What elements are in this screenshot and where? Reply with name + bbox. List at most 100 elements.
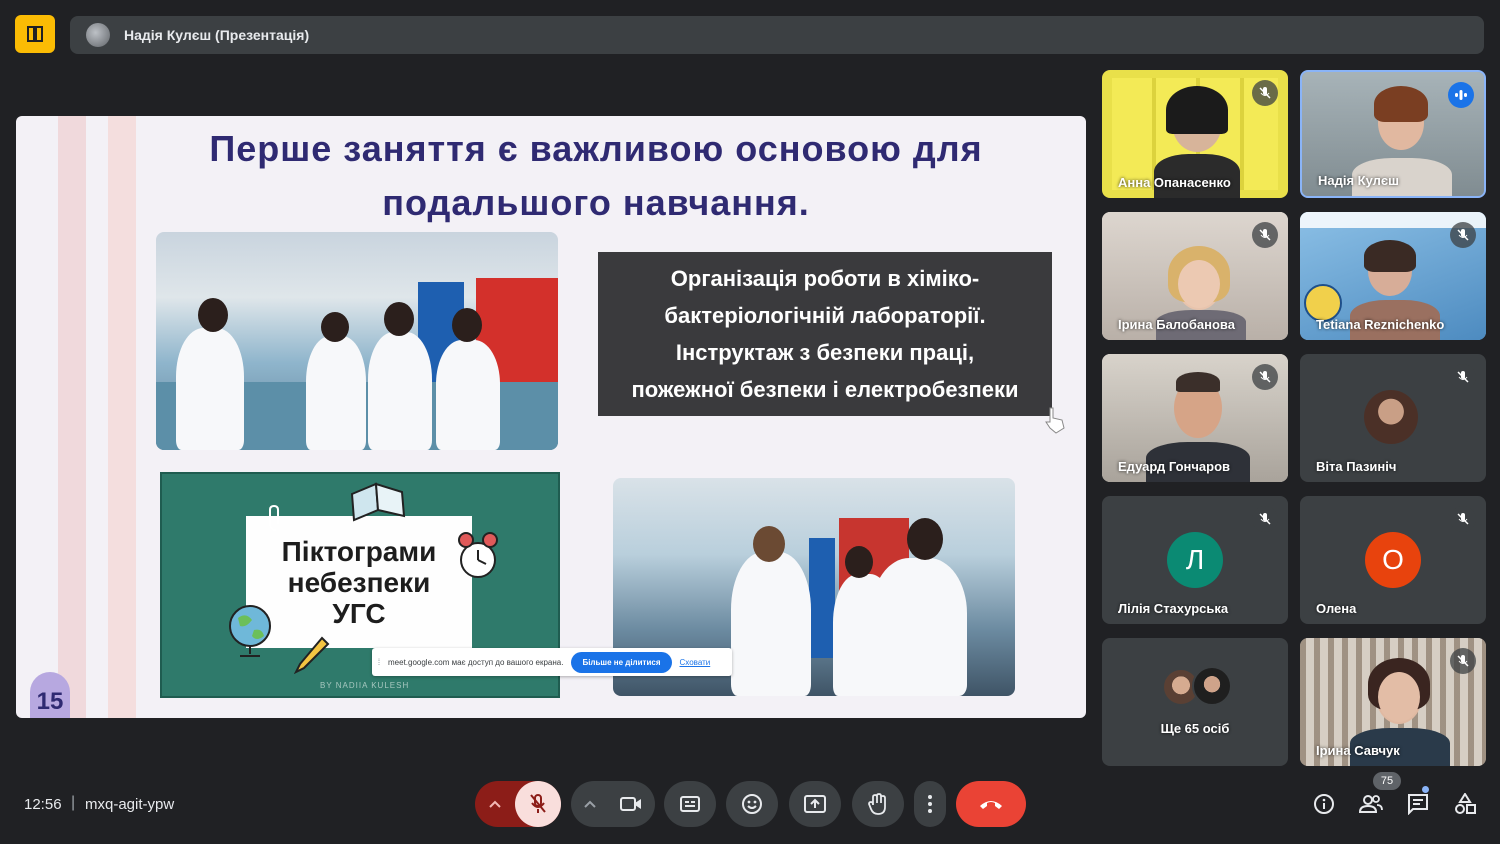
muted-mic-icon	[1450, 222, 1476, 248]
raise-hand-icon	[868, 793, 886, 815]
participant-face	[1178, 260, 1220, 308]
emoji-icon	[742, 794, 762, 814]
reactions-button[interactable]	[726, 781, 778, 827]
hand-cursor-icon	[1045, 407, 1065, 434]
camera-control	[571, 781, 655, 827]
participant-name: Олена	[1316, 601, 1357, 616]
captions-button[interactable]	[664, 781, 716, 827]
participant-name: Віта Пазиніч	[1316, 459, 1397, 474]
participant-name: Tetiana Reznichenko	[1316, 317, 1445, 332]
participant-tile[interactable]: Tetiana Reznichenko	[1300, 212, 1486, 340]
student-head	[321, 312, 349, 342]
chat-icon	[1408, 794, 1428, 815]
participant-tile[interactable]: Едуард Гончаров	[1102, 354, 1288, 482]
slide-title-line: подальшого навчання.	[382, 182, 810, 223]
participant-name: Едуард Гончаров	[1118, 459, 1231, 474]
student-head	[845, 546, 873, 578]
textbox-line: Інструктаж з безпеки праці,	[675, 340, 975, 365]
mic-off-icon	[530, 794, 546, 813]
pencil-icon	[294, 636, 330, 674]
participant-name: Надія Кулєш	[1318, 173, 1399, 188]
leave-call-button[interactable]	[956, 781, 1026, 827]
drag-handle-icon[interactable]: ⁞	[372, 657, 386, 667]
muted-mic-icon	[1252, 222, 1278, 248]
screen-share-notice: ⁞ meet.google.com має доступ до вашого е…	[372, 648, 732, 676]
participant-tile-active-speaker[interactable]: Надія Кулєш	[1300, 70, 1486, 198]
student-figure	[306, 336, 366, 450]
board-line: Піктограми	[281, 535, 437, 567]
muted-mic-icon	[1252, 506, 1278, 532]
activities-icon	[1455, 793, 1476, 814]
board-footer: BY NADIIA KULESH	[320, 681, 410, 690]
call-controls-bar: 12:56 | mxq-agit-ypw 75	[0, 770, 1500, 844]
more-vert-icon	[928, 795, 932, 813]
participant-name: Ірина Савчук	[1316, 743, 1400, 758]
participant-hair	[1176, 372, 1220, 392]
captions-icon	[680, 796, 700, 812]
more-participants-tile[interactable]: Ще 65 осіб	[1102, 638, 1288, 766]
participant-tile[interactable]: О Олена	[1300, 496, 1486, 624]
participant-hair	[1166, 86, 1228, 134]
student-figure	[436, 340, 500, 450]
stop-sharing-button[interactable]: Більше не ділитися	[571, 651, 672, 673]
participant-face	[1378, 672, 1420, 722]
textbox-line: Організація роботи в хіміко-	[670, 266, 980, 291]
people-button[interactable]	[1359, 792, 1383, 816]
participant-hair	[1364, 240, 1416, 272]
participant-avatar	[1364, 390, 1418, 444]
alarm-clock-icon	[458, 532, 498, 578]
activities-button[interactable]	[1453, 792, 1477, 816]
lab-photo-1	[156, 232, 558, 450]
participant-name: Ірина Балобанова	[1118, 317, 1235, 332]
participant-initial-avatar: О	[1365, 532, 1421, 588]
participant-tile[interactable]: Ірина Савчук	[1300, 638, 1486, 766]
presentation-header: Надія Кулєш (Презентація)	[70, 16, 1484, 54]
presenter-avatar	[86, 23, 110, 47]
present-screen-icon	[804, 795, 826, 813]
participant-tile[interactable]: Анна Опанасенко	[1102, 70, 1288, 198]
participant-tile[interactable]: Ірина Балобанова	[1102, 212, 1288, 340]
speaking-indicator-icon	[1448, 82, 1474, 108]
camera-icon	[620, 797, 641, 811]
muted-mic-icon	[1450, 648, 1476, 674]
student-head	[384, 302, 414, 336]
meeting-details-button[interactable]	[1312, 792, 1336, 816]
more-participants-label: Ще 65 осіб	[1160, 721, 1230, 736]
slide-stripe	[108, 116, 136, 718]
participant-name: Анна Опанасенко	[1118, 175, 1231, 190]
chat-button[interactable]	[1406, 792, 1430, 816]
textbox-line: пожежної безпеки і електробезпеки	[631, 377, 1019, 402]
participant-hair	[1374, 86, 1428, 122]
presenter-label: Надія Кулєш (Презентація)	[124, 27, 310, 43]
audio-options-chevron-icon[interactable]	[475, 800, 515, 808]
muted-mic-icon	[1450, 506, 1476, 532]
student-head	[452, 308, 482, 342]
globe-icon	[229, 605, 271, 657]
muted-mic-icon	[1252, 364, 1278, 390]
teacher-head	[753, 526, 785, 562]
participant-tile[interactable]: Віта Пазиніч	[1300, 354, 1486, 482]
hang-up-icon	[980, 801, 1002, 809]
video-options-chevron-icon[interactable]	[572, 800, 608, 808]
slide-number: 15	[30, 672, 70, 718]
student-figure	[176, 328, 244, 450]
slide-textbox: Організація роботи в хіміко- бактеріолог…	[598, 252, 1052, 416]
slide-title-line: Перше заняття є важливою основою для	[209, 128, 983, 169]
share-notice-message: meet.google.com має доступ до вашого екр…	[388, 657, 564, 667]
info-icon	[1314, 794, 1334, 814]
student-head	[198, 298, 228, 332]
mic-off-button[interactable]	[515, 781, 561, 827]
participant-avatar	[1192, 666, 1232, 706]
board-line: небезпеки	[287, 566, 431, 598]
hide-notice-link[interactable]: Сховати	[680, 658, 711, 667]
raise-hand-button[interactable]	[852, 781, 904, 827]
meet-logo-icon	[15, 15, 55, 53]
microphone-control	[475, 781, 561, 827]
teacher-figure	[731, 552, 811, 696]
participant-tile[interactable]: Л Лілія Стахурська	[1102, 496, 1288, 624]
camera-button[interactable]	[608, 796, 654, 812]
more-options-button[interactable]	[914, 781, 946, 827]
present-screen-button[interactable]	[789, 781, 841, 827]
people-icon	[1359, 795, 1383, 813]
student-figure	[871, 558, 967, 696]
